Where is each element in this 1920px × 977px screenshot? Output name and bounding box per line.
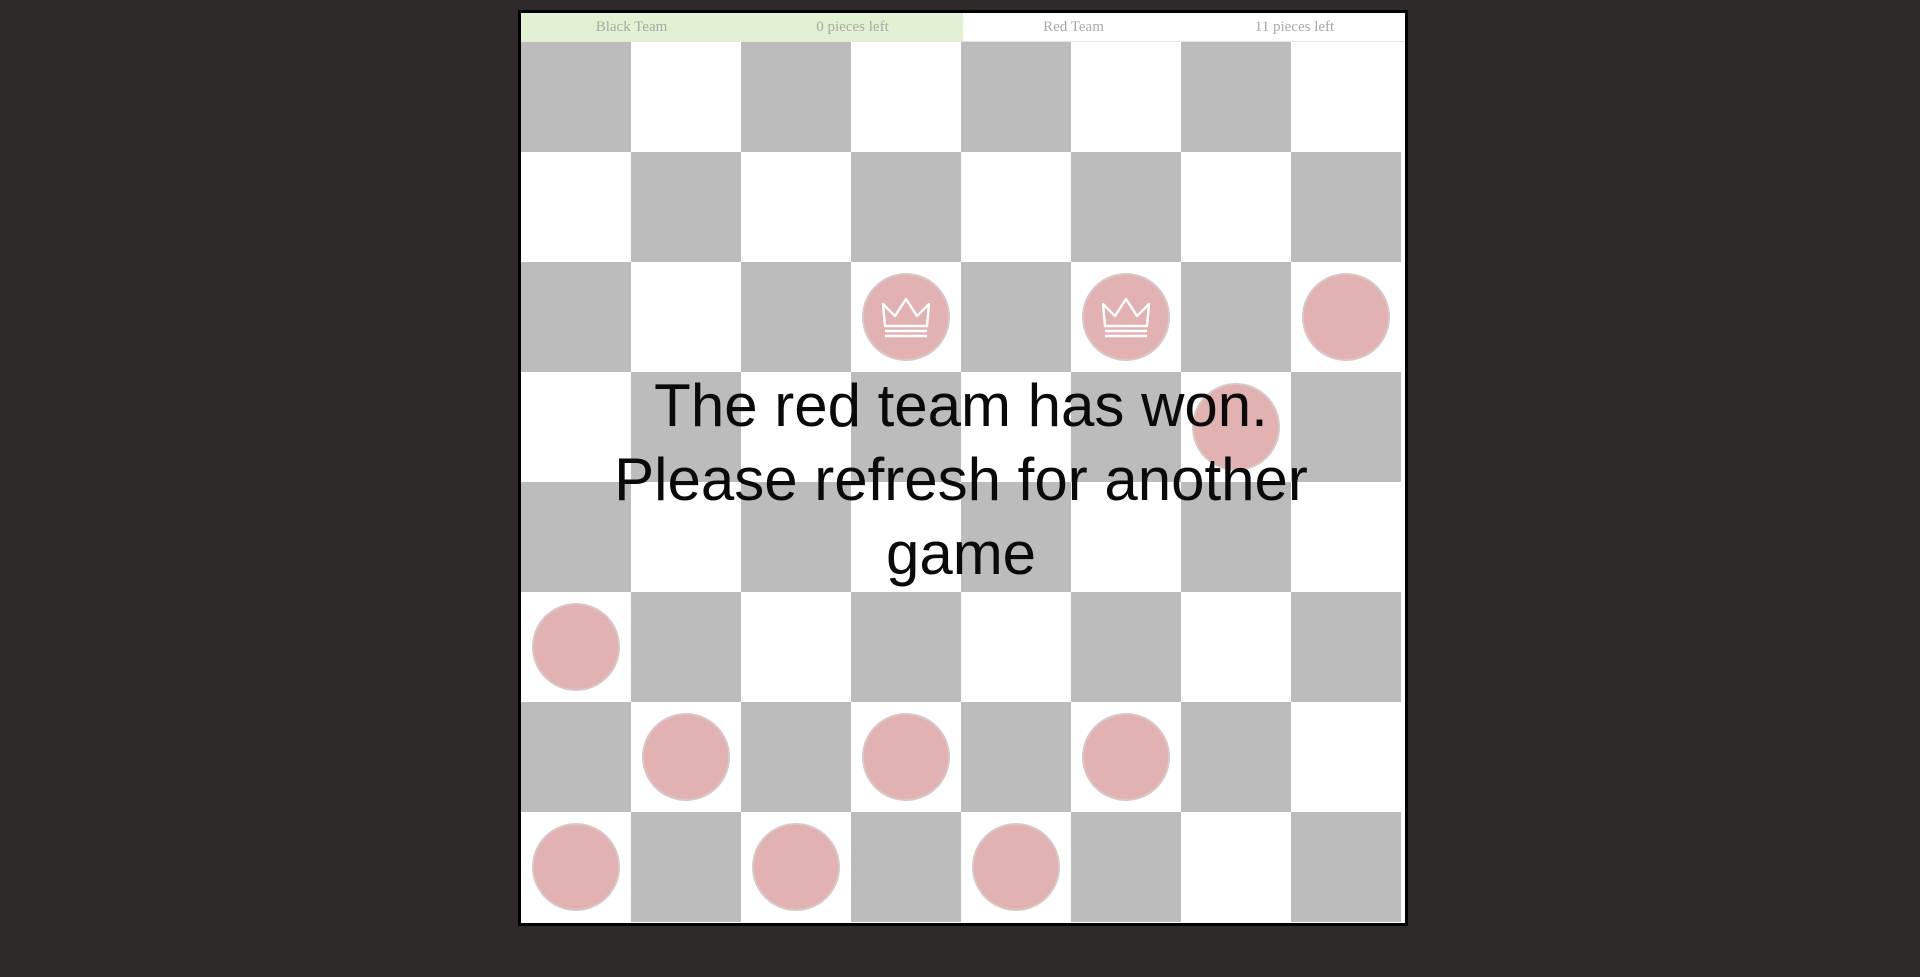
board-square-r5-c7[interactable] <box>1291 592 1401 702</box>
red-piece[interactable] <box>972 823 1060 911</box>
board-square-r4-c7[interactable] <box>1291 482 1401 592</box>
board-square-r2-c1[interactable] <box>631 262 741 372</box>
board-square-r2-c4[interactable] <box>961 262 1071 372</box>
board-square-r0-c7[interactable] <box>1291 42 1401 152</box>
board-square-r0-c3[interactable] <box>851 42 961 152</box>
board-square-r1-c5[interactable] <box>1071 152 1181 262</box>
board-square-r5-c2[interactable] <box>741 592 851 702</box>
red-piece[interactable] <box>1302 273 1390 361</box>
board-square-r4-c2[interactable] <box>741 482 851 592</box>
board-square-r0-c4[interactable] <box>961 42 1071 152</box>
board-square-r4-c1[interactable] <box>631 482 741 592</box>
red-team-pieces-left: 11 pieces left <box>1254 18 1335 35</box>
board-square-r6-c0[interactable] <box>521 702 631 812</box>
board-square-r4-c5[interactable] <box>1071 482 1181 592</box>
red-piece[interactable] <box>532 823 620 911</box>
board-square-r4-c0[interactable] <box>521 482 631 592</box>
board-square-r7-c5[interactable] <box>1071 812 1181 922</box>
board-square-r1-c4[interactable] <box>961 152 1071 262</box>
board-square-r1-c6[interactable] <box>1181 152 1291 262</box>
board-square-r1-c0[interactable] <box>521 152 631 262</box>
board-square-r5-c4[interactable] <box>961 592 1071 702</box>
black-team-panel: Black Team 0 pieces left <box>521 13 963 41</box>
black-team-pieces-left: 0 pieces left <box>816 18 889 35</box>
board-square-r2-c0[interactable] <box>521 262 631 372</box>
board-square-r5-c5[interactable] <box>1071 592 1181 702</box>
board-square-r6-c6[interactable] <box>1181 702 1291 812</box>
board-square-r6-c7[interactable] <box>1291 702 1401 812</box>
red-piece[interactable] <box>1192 383 1280 471</box>
board-square-r4-c4[interactable] <box>961 482 1071 592</box>
board-square-r1-c7[interactable] <box>1291 152 1401 262</box>
scoreboard: Black Team 0 pieces left Red Team 11 pie… <box>521 13 1405 42</box>
board-square-r0-c1[interactable] <box>631 42 741 152</box>
board-square-r7-c3[interactable] <box>851 812 961 922</box>
board-square-r2-c2[interactable] <box>741 262 851 372</box>
board-square-r0-c2[interactable] <box>741 42 851 152</box>
board-square-r1-c1[interactable] <box>631 152 741 262</box>
red-piece[interactable] <box>752 823 840 911</box>
board-square-r3-c3[interactable] <box>851 372 961 482</box>
red-piece[interactable] <box>642 713 730 801</box>
black-team-name: Black Team <box>595 18 668 35</box>
red-piece[interactable] <box>862 713 950 801</box>
red-piece[interactable] <box>532 603 620 691</box>
red-team-panel: Red Team 11 pieces left <box>963 13 1405 41</box>
board-square-r1-c2[interactable] <box>741 152 851 262</box>
board-square-r7-c7[interactable] <box>1291 812 1401 922</box>
board-square-r3-c2[interactable] <box>741 372 851 482</box>
checkerboard <box>521 42 1401 922</box>
board-square-r2-c6[interactable] <box>1181 262 1291 372</box>
crown-icon <box>1099 294 1153 340</box>
board-square-r1-c3[interactable] <box>851 152 961 262</box>
board-square-r5-c1[interactable] <box>631 592 741 702</box>
red-king-piece[interactable] <box>862 273 950 361</box>
board-square-r3-c5[interactable] <box>1071 372 1181 482</box>
red-team-name: Red Team <box>1043 18 1104 35</box>
crown-icon <box>879 294 933 340</box>
red-piece[interactable] <box>1082 713 1170 801</box>
board-square-r4-c6[interactable] <box>1181 482 1291 592</box>
board-square-r3-c4[interactable] <box>961 372 1071 482</box>
board-square-r0-c6[interactable] <box>1181 42 1291 152</box>
checkers-game: Black Team 0 pieces left Red Team 11 pie… <box>518 10 1408 926</box>
board-square-r0-c0[interactable] <box>521 42 631 152</box>
board-square-r3-c1[interactable] <box>631 372 741 482</box>
red-king-piece[interactable] <box>1082 273 1170 361</box>
board-square-r3-c0[interactable] <box>521 372 631 482</box>
board-square-r4-c3[interactable] <box>851 482 961 592</box>
board-square-r6-c4[interactable] <box>961 702 1071 812</box>
board-square-r0-c5[interactable] <box>1071 42 1181 152</box>
board-square-r3-c7[interactable] <box>1291 372 1401 482</box>
board-square-r6-c2[interactable] <box>741 702 851 812</box>
board-square-r5-c6[interactable] <box>1181 592 1291 702</box>
board-square-r7-c6[interactable] <box>1181 812 1291 922</box>
board-square-r7-c1[interactable] <box>631 812 741 922</box>
board-square-r5-c3[interactable] <box>851 592 961 702</box>
